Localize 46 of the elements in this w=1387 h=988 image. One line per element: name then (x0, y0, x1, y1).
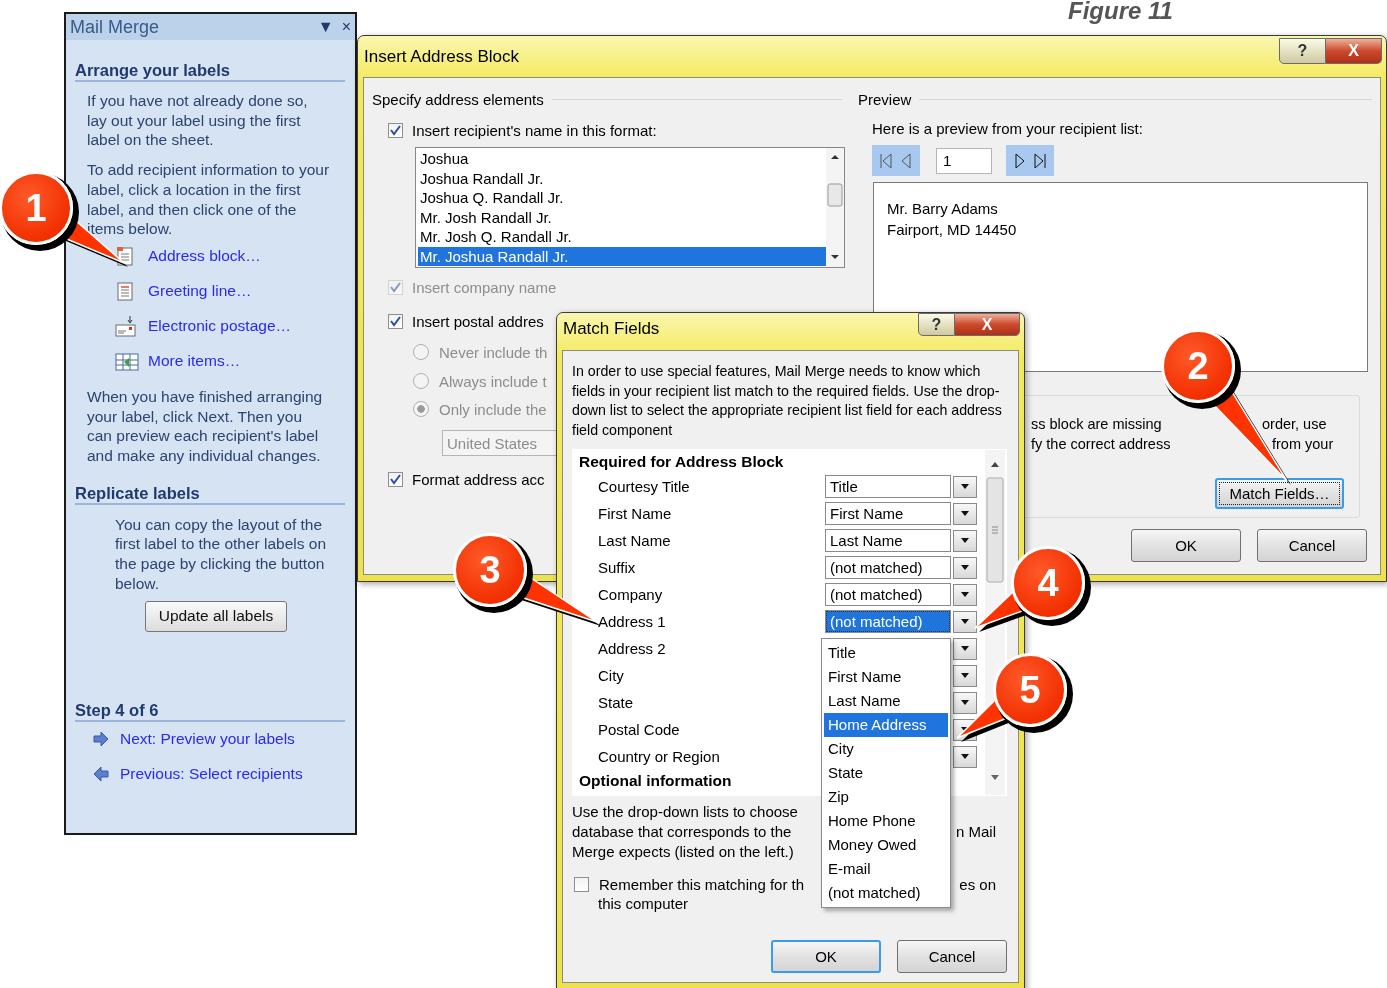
instruction-text: database that corresponds to the (572, 821, 792, 842)
field-label: Postal Code (597, 721, 681, 739)
radio-label: Always include t (439, 372, 547, 390)
field-label: Address 1 (597, 613, 667, 631)
instruction-text: You can copy the layout of the first label to the other labels on the page by clicking the button below. (115, 514, 328, 594)
instruction-text: n Mail (956, 821, 996, 842)
section-heading: Replicate labels (75, 483, 345, 505)
preview-text: Mr. Barry Adams (887, 199, 999, 219)
checkbox-label: Insert postal addres (412, 312, 544, 330)
pane-title: Mail Merge (70, 16, 161, 38)
checkbox-label: Remember this matching for th (599, 875, 805, 893)
checkbox-label: Insert company name (412, 278, 557, 296)
window-title: Match Fields (562, 318, 661, 339)
instruction-text: order, use (1262, 415, 1327, 434)
step-heading: Step 4 of 6 (75, 700, 345, 722)
list-heading: Optional information (579, 771, 732, 792)
group-heading: Specify address elements (372, 90, 544, 108)
figure-caption: Figure 11 (1068, 0, 1173, 25)
group-heading: Preview (858, 90, 912, 108)
field-label: Suffix (597, 559, 637, 577)
field-label: Last Name (597, 532, 672, 550)
field-label: Courtesy Title (597, 478, 691, 496)
radio-label: Only include the (439, 400, 547, 418)
window-title: Insert Address Block (363, 46, 520, 67)
field-label: Country or Region (597, 748, 721, 766)
instruction-text: ss block are missing (1031, 415, 1163, 434)
instruction-text: fy the correct address (1031, 435, 1172, 454)
preview-prompt: Here is a preview from your recipient list: (872, 119, 1144, 139)
instruction-text: from your (1272, 435, 1334, 454)
instruction-text: Merge expects (listed on the left.) (572, 841, 794, 862)
instruction-text: Use the drop-down lists to choose (572, 802, 798, 822)
checkbox-label: Format address acc (412, 470, 545, 488)
field-label: City (597, 667, 625, 685)
radio-label: Never include th (439, 343, 548, 361)
field-label: First Name (597, 505, 673, 523)
instruction-text: To add recipient information to your label, click a location in the first label, and then click one of the items below. (87, 160, 330, 239)
checkbox-label: this computer (598, 894, 689, 915)
field-label: State (597, 694, 635, 712)
instruction-text: If you have not already done so, lay out your label using the first label on the sheet. (87, 91, 309, 151)
section-heading: Arrange your labels (75, 61, 345, 82)
instruction-text: When you have finished arranging your label, click Next. Then you can preview each recipient's label and make any individual changes. (87, 386, 324, 466)
preview-text: Fairport, MD 14450 (887, 220, 1018, 240)
checkbox-label: Insert recipient's name in this format: (412, 121, 657, 139)
checkbox-label: es on (959, 875, 996, 893)
field-label: Company (597, 586, 664, 604)
field-label: Address 2 (597, 640, 667, 658)
